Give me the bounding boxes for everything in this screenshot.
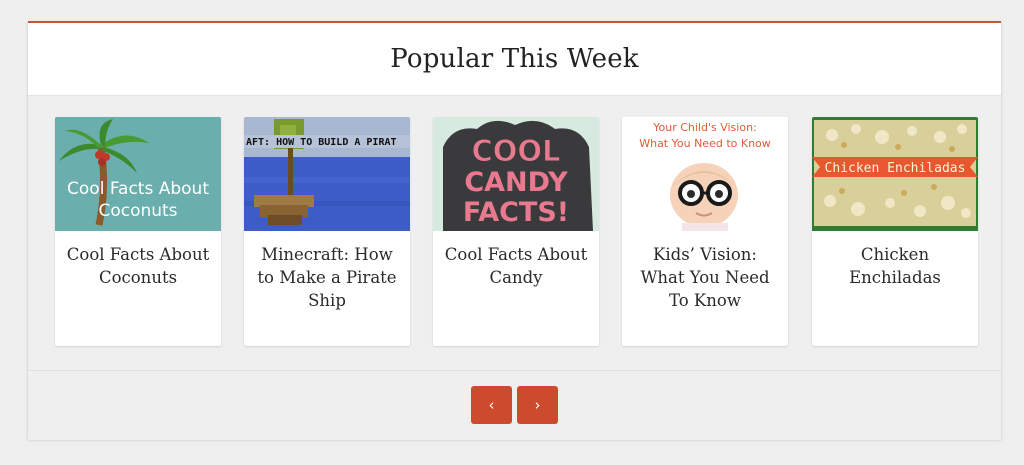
card-image-coconuts[interactable]: Cool Facts About Coconuts (55, 117, 221, 231)
chevron-right-icon: › (534, 396, 541, 414)
card-enchiladas[interactable]: Chicken Enchiladas Chicken Enchiladas (812, 117, 978, 346)
enchiladas-image: Chicken Enchiladas (812, 117, 978, 231)
card-title[interactable]: Cool Facts About Candy (441, 243, 591, 289)
card-title[interactable]: Cool Facts About Coconuts (63, 243, 213, 289)
coconuts-image-text-1: Cool Facts About (67, 179, 209, 199)
chevron-left-icon: ‹ (488, 396, 495, 414)
card-title[interactable]: Minecraft: How to Make a Pirate Ship (252, 243, 402, 312)
coconuts-image-text-2: Coconuts (98, 201, 177, 221)
enchiladas-image-text: Chicken Enchiladas (825, 161, 966, 176)
card-title[interactable]: Kids’ Vision: What You Need To Know (630, 243, 780, 312)
widget-header: Popular This Week (28, 21, 1001, 96)
candy-image-text-2: CANDY (464, 167, 568, 198)
pagination: ‹ › (471, 386, 558, 424)
next-button[interactable]: › (517, 386, 558, 424)
card-title[interactable]: Chicken Enchiladas (820, 243, 970, 289)
card-vision[interactable]: Your Child's Vision: What You Need to Kn… (622, 117, 788, 346)
widget-footer: ‹ › (28, 370, 1001, 440)
card-image-minecraft[interactable]: AFT: HOW TO BUILD A PIRAT (244, 117, 410, 231)
popular-widget: Popular This Week Cool Facts About Cocon… (28, 21, 1001, 440)
candy-facts-image: COOL CANDY FACTS! (433, 117, 599, 231)
widget-title: Popular This Week (390, 44, 639, 74)
card-coconuts[interactable]: Cool Facts About Coconuts Cool Facts Abo… (55, 117, 221, 346)
card-carousel: Cool Facts About Coconuts Cool Facts Abo… (28, 117, 1001, 366)
child-glasses-image: Your Child's Vision: What You Need to Kn… (622, 117, 788, 231)
pirate-ship-image: AFT: HOW TO BUILD A PIRAT (244, 117, 410, 231)
vision-image-text-2: What You Need to Know (639, 137, 771, 150)
minecraft-image-text: AFT: HOW TO BUILD A PIRAT (246, 137, 397, 148)
card-image-candy[interactable]: COOL CANDY FACTS! (433, 117, 599, 231)
card-candy[interactable]: COOL CANDY FACTS! Cool Facts About Candy (433, 117, 599, 346)
candy-image-text-1: COOL (471, 134, 560, 168)
card-minecraft[interactable]: AFT: HOW TO BUILD A PIRAT Minecraft: How… (244, 117, 410, 346)
card-image-vision[interactable]: Your Child's Vision: What You Need to Kn… (622, 117, 788, 231)
card-image-enchiladas[interactable]: Chicken Enchiladas (812, 117, 978, 231)
candy-image-text-3: FACTS! (463, 197, 569, 228)
palm-tree-image: Cool Facts About Coconuts (55, 117, 221, 231)
prev-button[interactable]: ‹ (471, 386, 512, 424)
vision-image-text-1: Your Child's Vision: (652, 121, 757, 134)
